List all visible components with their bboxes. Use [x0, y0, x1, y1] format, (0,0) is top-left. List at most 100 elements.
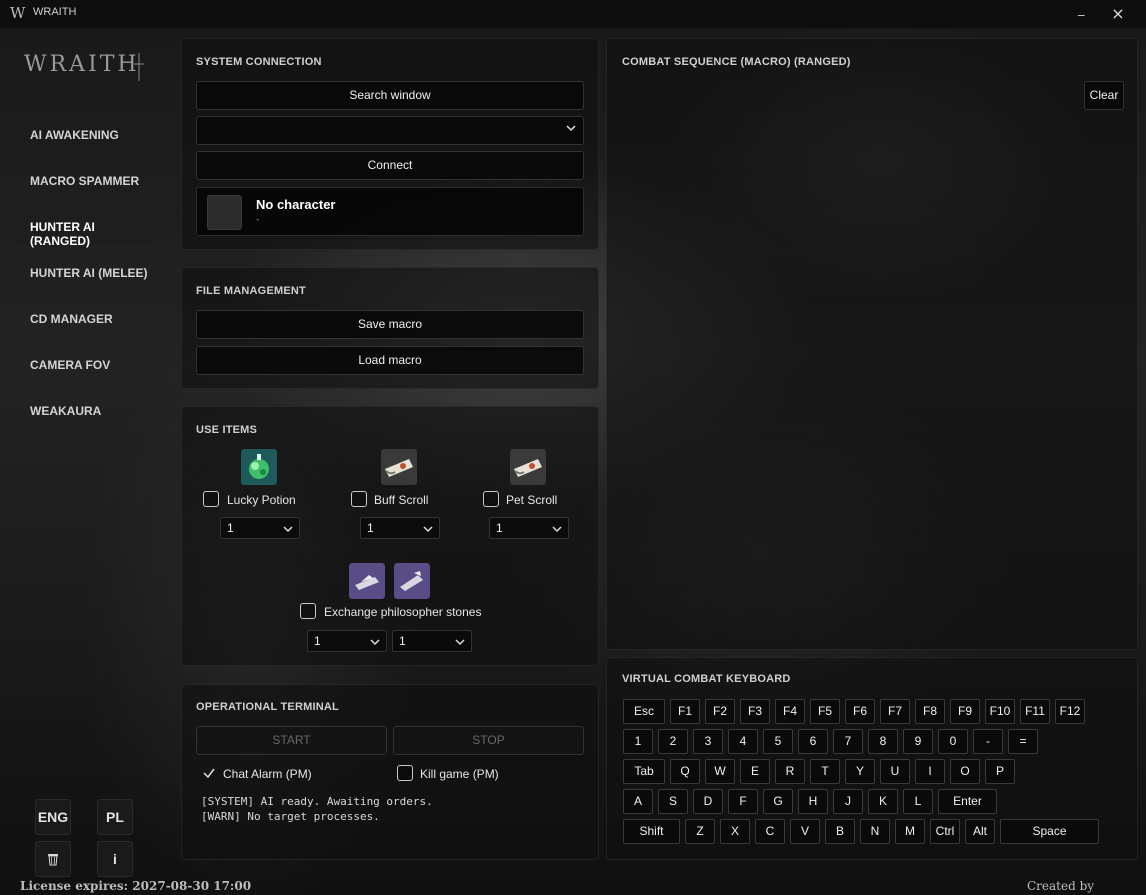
key-h[interactable]: H [798, 789, 828, 814]
key-ctrl[interactable]: Ctrl [930, 819, 960, 844]
lucky-potion-checkbox[interactable] [203, 491, 219, 507]
minimize-button[interactable]: _ [1078, 2, 1092, 22]
clear-button[interactable]: Clear [1084, 81, 1124, 110]
exchange-quantity-a-select[interactable]: 1 [307, 630, 387, 652]
key-8[interactable]: 8 [868, 729, 898, 754]
key-i[interactable]: I [915, 759, 945, 784]
key-2[interactable]: 2 [658, 729, 688, 754]
sidebar-item-cd-manager[interactable]: CD MANAGER [15, 300, 155, 336]
sidebar-item-ai-awakening[interactable]: AI AWAKENING [15, 116, 155, 152]
key-5[interactable]: 5 [763, 729, 793, 754]
sidebar-item-hunter-ai-ranged[interactable]: HUNTER AI (RANGED) [15, 208, 155, 248]
sidebar-item-camera-fov[interactable]: CAMERA FOV [15, 346, 155, 382]
key-9[interactable]: 9 [903, 729, 933, 754]
start-button[interactable]: START [196, 726, 387, 755]
key-j[interactable]: J [833, 789, 863, 814]
key-b[interactable]: B [825, 819, 855, 844]
search-window-button[interactable]: Search window [196, 81, 584, 110]
key-f6[interactable]: F6 [845, 699, 875, 724]
brand-logo: WRAITH [24, 52, 140, 77]
buff-scroll-quantity-select[interactable]: 1 [360, 517, 440, 539]
key-shift[interactable]: Shift [623, 819, 680, 844]
key-e[interactable]: E [740, 759, 770, 784]
key-r[interactable]: R [775, 759, 805, 784]
key-l[interactable]: L [903, 789, 933, 814]
key-c[interactable]: C [755, 819, 785, 844]
lucky-potion-quantity-select[interactable]: 1 [220, 517, 300, 539]
key-4[interactable]: 4 [728, 729, 758, 754]
key-v[interactable]: V [790, 819, 820, 844]
kill-game-checkbox[interactable] [397, 765, 413, 781]
exchange-stones-checkbox[interactable] [300, 603, 316, 619]
close-button[interactable]: × [1110, 4, 1126, 24]
key-u[interactable]: U [880, 759, 910, 784]
key-equals[interactable]: = [1008, 729, 1038, 754]
trash-button[interactable] [35, 841, 71, 877]
key-space[interactable]: Space [1000, 819, 1099, 844]
save-macro-button[interactable]: Save macro [196, 310, 584, 339]
exchange-stones-label: Exchange philosopher stones [324, 605, 482, 619]
key-y[interactable]: Y [845, 759, 875, 784]
potion-icon [241, 449, 277, 485]
key-f1[interactable]: F1 [670, 699, 700, 724]
key-minus[interactable]: - [973, 729, 1003, 754]
key-tab[interactable]: Tab [623, 759, 665, 784]
key-f2[interactable]: F2 [705, 699, 735, 724]
exchange-quantity-b-select[interactable]: 1 [392, 630, 472, 652]
key-t[interactable]: T [810, 759, 840, 784]
key-6[interactable]: 6 [798, 729, 828, 754]
key-f4[interactable]: F4 [775, 699, 805, 724]
info-button[interactable]: i [97, 841, 133, 877]
load-macro-button[interactable]: Load macro [196, 346, 584, 375]
key-k[interactable]: K [868, 789, 898, 814]
sidebar-item-weakaura[interactable]: WEAKAURA [15, 392, 155, 428]
key-f10[interactable]: F10 [985, 699, 1015, 724]
key-z[interactable]: Z [685, 819, 715, 844]
key-q[interactable]: Q [670, 759, 700, 784]
key-w[interactable]: W [705, 759, 735, 784]
key-f7[interactable]: F7 [880, 699, 910, 724]
key-g[interactable]: G [763, 789, 793, 814]
exchange-quantity-a-value: 1 [314, 634, 321, 648]
file-management-title: FILE MANAGEMENT [196, 285, 306, 297]
window-select[interactable] [196, 116, 584, 145]
key-alt[interactable]: Alt [965, 819, 995, 844]
key-a[interactable]: A [623, 789, 653, 814]
key-enter[interactable]: Enter [938, 789, 997, 814]
pet-scroll-quantity-value: 1 [496, 521, 503, 535]
key-esc[interactable]: Esc [623, 699, 665, 724]
pet-scroll-quantity-select[interactable]: 1 [489, 517, 569, 539]
language-eng-button[interactable]: ENG [35, 799, 71, 835]
key-m[interactable]: M [895, 819, 925, 844]
language-pl-button[interactable]: PL [97, 799, 133, 835]
key-n[interactable]: N [860, 819, 890, 844]
key-f5[interactable]: F5 [810, 699, 840, 724]
trash-icon [48, 854, 58, 866]
key-f3[interactable]: F3 [740, 699, 770, 724]
key-p[interactable]: P [985, 759, 1015, 784]
pet-scroll-checkbox[interactable] [483, 491, 499, 507]
key-s[interactable]: S [658, 789, 688, 814]
license-expiry: License expires: 2027-08-30 17:00 [20, 879, 252, 893]
key-o[interactable]: O [950, 759, 980, 784]
character-card: No character - [196, 187, 584, 236]
key-0[interactable]: 0 [938, 729, 968, 754]
key-3[interactable]: 3 [693, 729, 723, 754]
key-d[interactable]: D [693, 789, 723, 814]
sidebar-item-hunter-ai-melee[interactable]: HUNTER AI (MELEE) [15, 254, 155, 290]
key-7[interactable]: 7 [833, 729, 863, 754]
system-connection-title: SYSTEM CONNECTION [196, 56, 322, 68]
chat-alarm-checkbox[interactable] [202, 766, 216, 780]
key-f12[interactable]: F12 [1055, 699, 1085, 724]
sidebar-item-macro-spammer[interactable]: MACRO SPAMMER [15, 162, 155, 198]
key-f9[interactable]: F9 [950, 699, 980, 724]
key-f[interactable]: F [728, 789, 758, 814]
key-x[interactable]: X [720, 819, 750, 844]
buff-scroll-checkbox[interactable] [351, 491, 367, 507]
stop-button[interactable]: STOP [393, 726, 584, 755]
key-f11[interactable]: F11 [1020, 699, 1050, 724]
buff-scroll-icon [381, 449, 417, 485]
key-f8[interactable]: F8 [915, 699, 945, 724]
key-1[interactable]: 1 [623, 729, 653, 754]
connect-button[interactable]: Connect [196, 151, 584, 180]
